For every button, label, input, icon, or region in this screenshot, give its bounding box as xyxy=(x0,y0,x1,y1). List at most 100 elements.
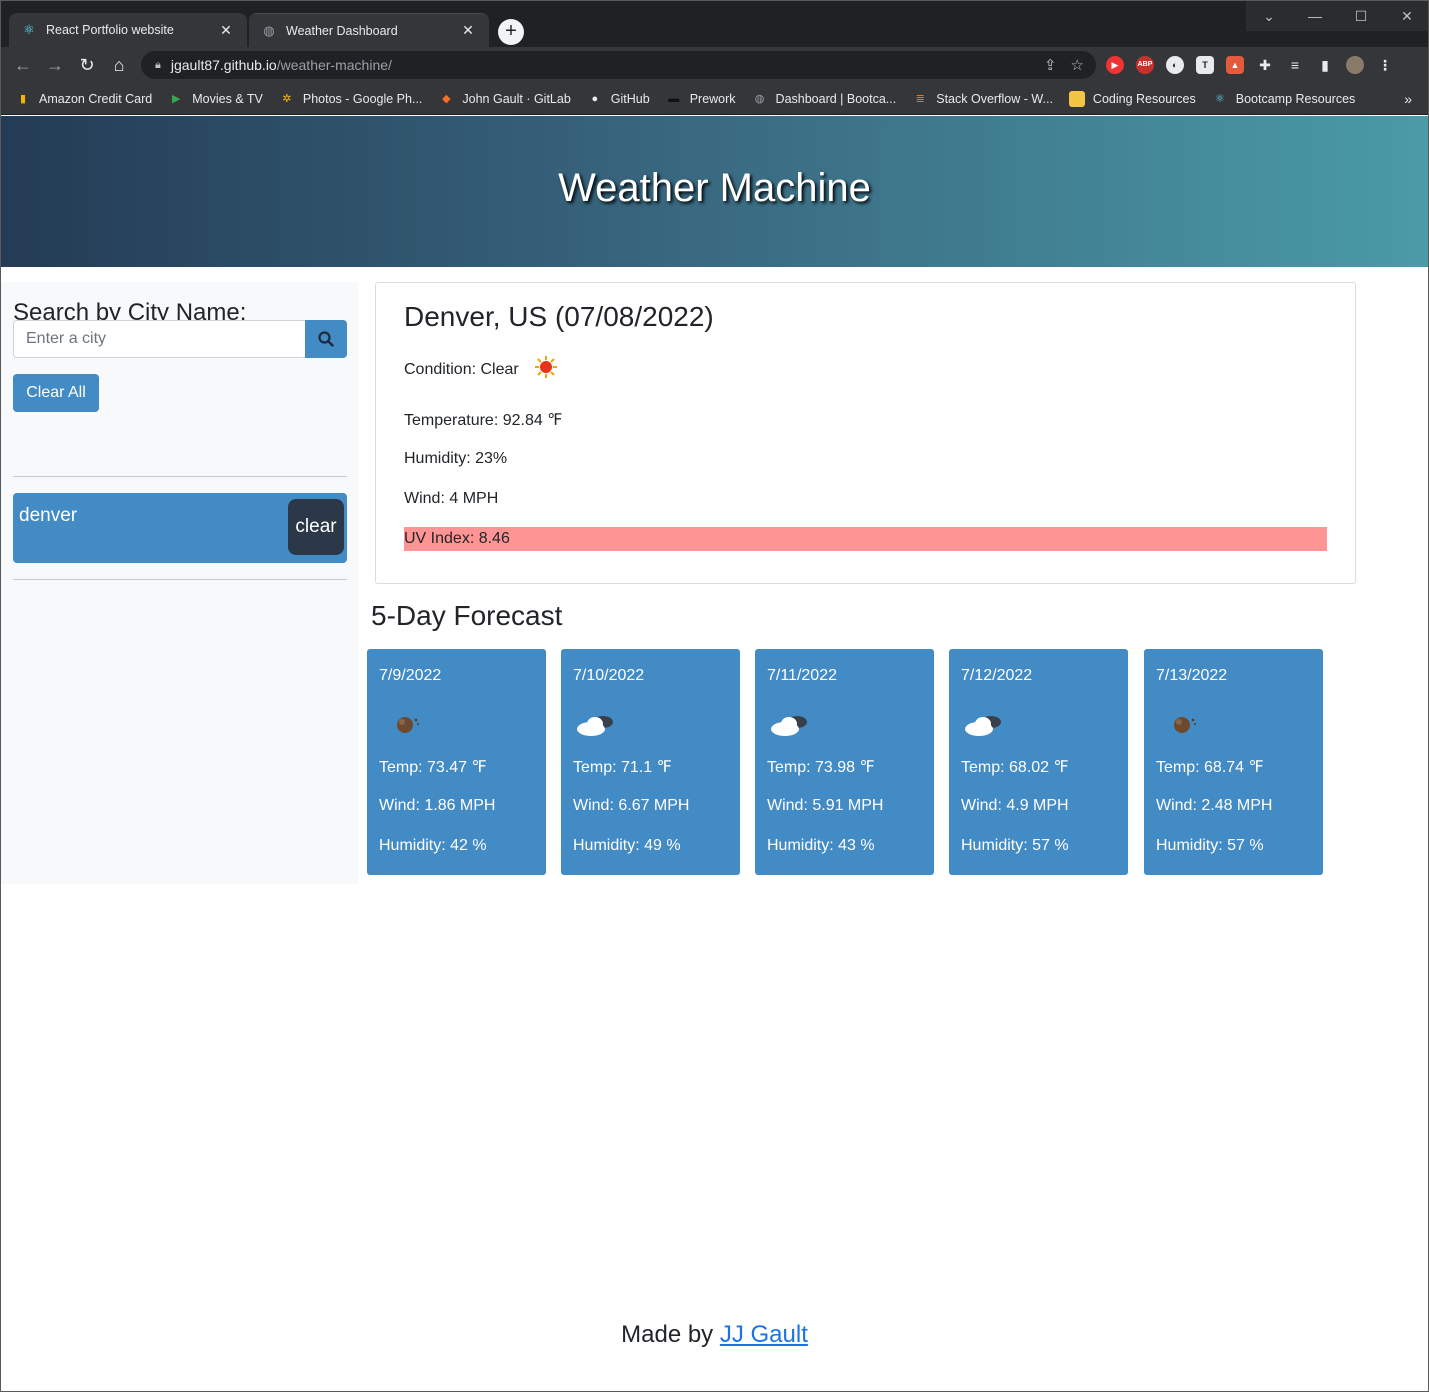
search-sidebar: Search by City Name: Clear All denver cl… xyxy=(1,282,358,884)
side-panel-icon[interactable]: ▮ xyxy=(1316,56,1334,74)
tab-strip: ⚛ React Portfolio website ✕ ◍ Weather Da… xyxy=(1,1,1428,47)
share-icon[interactable]: ⇪ xyxy=(1044,56,1057,74)
bookmark-amazon[interactable]: ▮ Amazon Credit Card xyxy=(15,91,152,107)
record-extension-icon[interactable]: ▶ xyxy=(1106,56,1124,74)
bookmark-photos[interactable]: ✲ Photos - Google Ph... xyxy=(279,91,423,107)
forecast-humidity: Humidity: 57 % xyxy=(1156,837,1264,854)
bookmark-label: Coding Resources xyxy=(1092,91,1196,106)
condition-row: Condition: Clear xyxy=(404,356,558,379)
forecast-date: 7/11/2022 xyxy=(767,667,837,684)
bookmark-github[interactable]: ● GitHub xyxy=(587,91,649,107)
star-icon[interactable]: ☆ xyxy=(1071,56,1084,74)
bookmark-dashboard[interactable]: ◍ Dashboard | Bootca... xyxy=(752,91,897,107)
minimize-icon[interactable]: — xyxy=(1292,1,1338,31)
city-search-input[interactable] xyxy=(13,320,305,358)
tab-title: Weather Dashboard xyxy=(286,23,398,38)
puzzle-icon[interactable]: ✚ xyxy=(1256,56,1274,74)
history-item-denver[interactable]: denver clear xyxy=(13,493,347,563)
chart-bars-icon: ▮ xyxy=(19,92,27,105)
close-window-icon[interactable]: ✕ xyxy=(1384,1,1428,31)
cloud-icon xyxy=(577,716,613,736)
humidity-text: Humidity: 23% xyxy=(404,450,508,467)
bookmark-label: Prework xyxy=(689,91,736,106)
reload-icon[interactable]: ↻ xyxy=(75,53,99,77)
address-bar[interactable]: 🔒︎ jgault87.github.io/weather-machine/ ⇪… xyxy=(141,51,1096,79)
forecast-card: 7/12/2022 Temp: 68.02 ℉ Wind: 4.9 MPH Hu… xyxy=(949,649,1128,875)
page-content: Weather Machine Search by City Name: Cle… xyxy=(1,116,1428,1391)
bookmarks-bar: ▮ Amazon Credit Card ▶ Movies & TV ✲ Photos… xyxy=(1,83,1428,115)
circle-extension-icon[interactable]: ◐ xyxy=(1166,56,1184,74)
forecast-wind: Wind: 1.86 MPH xyxy=(379,797,496,814)
bookmark-label: John Gault · GitLab xyxy=(462,91,571,106)
bookmark-bootcamp-resources[interactable]: ⚛ Bootcamp Resources xyxy=(1212,91,1355,107)
book-icon: ▬ xyxy=(668,92,680,105)
forecast-temp: Temp: 68.02 ℉ xyxy=(961,759,1069,776)
clear-history-item-button[interactable]: clear xyxy=(288,499,344,555)
github-icon: ● xyxy=(591,92,599,105)
forecast-wind: Wind: 6.67 MPH xyxy=(573,797,690,814)
bookmark-coding-resources[interactable]: Coding Resources xyxy=(1068,90,1196,107)
clear-all-button[interactable]: Clear All xyxy=(13,374,99,412)
close-tab-icon[interactable]: ✕ xyxy=(217,22,235,39)
forecast-temp: Temp: 71.1 ℉ xyxy=(573,759,672,776)
back-arrow-icon[interactable]: ← xyxy=(11,53,35,77)
bookmark-gitlab[interactable]: ◆ John Gault · GitLab xyxy=(438,91,571,107)
uv-index-bar: UV Index: 8.46 xyxy=(404,527,1327,551)
history-city-label: denver xyxy=(19,505,78,526)
bookmark-label: Photos - Google Ph... xyxy=(302,91,423,106)
search-icon xyxy=(318,331,334,347)
forecast-wind: Wind: 2.48 MPH xyxy=(1156,797,1273,814)
extensions-row: ▶ ABP ◐ T ▲ ✚ ≡ ▮ ⋮ xyxy=(1106,56,1394,74)
tab-weather-dashboard[interactable]: ◍ Weather Dashboard ✕ xyxy=(249,13,489,47)
wind-text: Wind: 4 MPH xyxy=(404,490,499,507)
tab-react-portfolio[interactable]: ⚛ React Portfolio website ✕ xyxy=(9,13,247,47)
footer-text: Made by xyxy=(621,1321,720,1348)
author-link[interactable]: JJ Gault xyxy=(720,1321,808,1348)
page-footer: Made by JJ Gault xyxy=(1,1321,1428,1349)
cloud-icon xyxy=(771,716,807,736)
menu-kebab-icon[interactable]: ⋮ xyxy=(1376,56,1394,74)
bookmark-label: Amazon Credit Card xyxy=(39,91,153,106)
forecast-card: 7/13/2022 Temp: 68.74 ℉ Wind: 2.48 MPH H… xyxy=(1144,649,1323,875)
current-weather-card: Denver, US (07/08/2022) Condition: Clear… xyxy=(375,282,1356,584)
forecast-temp: Temp: 73.98 ℉ xyxy=(767,759,875,776)
chevron-double-right-icon[interactable]: » xyxy=(1404,91,1412,107)
forecast-temp: Temp: 68.74 ℉ xyxy=(1156,759,1264,776)
bookmark-prework[interactable]: ▬ Prework xyxy=(666,91,736,107)
forecast-date: 7/10/2022 xyxy=(573,667,645,684)
avatar[interactable] xyxy=(1346,56,1364,74)
sun-icon xyxy=(535,356,558,378)
divider xyxy=(13,579,347,580)
maximize-icon[interactable]: ☐ xyxy=(1338,1,1384,31)
forward-arrow-icon[interactable]: → xyxy=(43,53,67,77)
media-queue-icon[interactable]: ≡ xyxy=(1286,56,1304,74)
browser-toolbar: ← → ↻ ⌂ 🔒︎ jgault87.github.io/weather-ma… xyxy=(1,47,1428,83)
forecast-card: 7/11/2022 Temp: 73.98 ℉ Wind: 5.91 MPH H… xyxy=(755,649,934,875)
divider xyxy=(13,476,347,477)
forecast-date: 7/12/2022 xyxy=(961,667,1033,684)
bookmark-label: Stack Overflow - W... xyxy=(936,91,1053,106)
forecast-card: 7/9/2022 Temp: 73.47 ℉ Wind: 1.86 MPH Hu… xyxy=(367,649,546,875)
forecast-date: 7/9/2022 xyxy=(379,667,442,684)
pinwheel-icon: ✲ xyxy=(282,92,292,105)
t-extension-icon[interactable]: T xyxy=(1196,56,1214,74)
home-icon[interactable]: ⌂ xyxy=(107,53,131,77)
tab-search-icon[interactable]: ⌄ xyxy=(1246,1,1292,31)
lighthouse-icon[interactable]: ▲ xyxy=(1226,56,1244,74)
page-title: Weather Machine xyxy=(558,166,871,210)
forecast-humidity: Humidity: 43 % xyxy=(767,837,875,854)
bookmark-movies[interactable]: ▶ Movies & TV xyxy=(168,91,263,107)
play-icon: ▶ xyxy=(172,92,181,105)
forecast-card: 7/10/2022 Temp: 71.1 ℉ Wind: 6.67 MPH Hu… xyxy=(561,649,740,875)
forecast-humidity: Humidity: 42 % xyxy=(379,837,487,854)
current-city-title: Denver, US (07/08/2022) xyxy=(404,301,714,332)
search-button[interactable] xyxy=(305,320,347,358)
close-tab-icon[interactable]: ✕ xyxy=(459,22,477,39)
temperature-text: Temperature: 92.84 ℉ xyxy=(404,412,563,429)
adblock-icon[interactable]: ABP xyxy=(1136,56,1154,74)
new-tab-button[interactable]: + xyxy=(498,19,524,45)
bookmark-stackoverflow[interactable]: ≣ Stack Overflow - W... xyxy=(912,91,1053,107)
globe-icon: ◍ xyxy=(754,92,765,105)
lock-icon: 🔒︎ xyxy=(155,58,161,71)
react-icon: ⚛ xyxy=(23,22,35,37)
